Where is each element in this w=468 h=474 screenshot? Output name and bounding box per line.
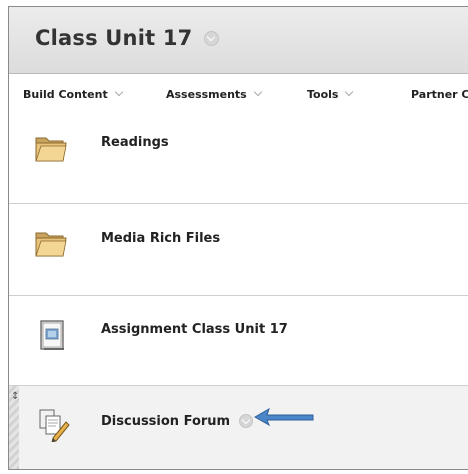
content-item-title[interactable]: Assignment Class Unit 17	[101, 322, 288, 337]
content-item-title[interactable]: Readings	[101, 135, 169, 150]
build-content-label: Build Content	[23, 88, 108, 101]
drag-handle-icon[interactable]: ↕	[11, 392, 19, 402]
partner-content-menu[interactable]: Partner C	[411, 88, 468, 101]
chevron-down-icon	[114, 87, 123, 97]
content-item-title[interactable]: Media Rich Files	[101, 231, 220, 246]
build-content-menu[interactable]: Build Content	[23, 87, 123, 101]
assessments-menu[interactable]: Assessments	[166, 87, 262, 101]
assignment-icon	[39, 320, 73, 352]
content-item-media-rich-files: Media Rich Files	[9, 204, 468, 296]
chevron-down-icon	[253, 87, 262, 97]
content-item-readings: Readings	[9, 107, 468, 204]
tools-menu[interactable]: Tools	[307, 87, 354, 101]
page-title: Class Unit 17	[35, 26, 219, 50]
course-content-frame: Class Unit 17 Build Content Assessments …	[8, 6, 468, 470]
partner-content-label: Partner C	[411, 88, 468, 101]
page-header: Class Unit 17	[9, 7, 468, 74]
folder-icon	[35, 228, 69, 260]
item-options-chevron-icon[interactable]	[238, 413, 253, 428]
title-menu-chevron-icon[interactable]	[203, 30, 219, 46]
chevron-down-icon	[345, 87, 354, 97]
assessments-label: Assessments	[166, 88, 247, 101]
content-item-discussion-forum: ↕ Discussion Forum	[9, 386, 468, 469]
drag-handle-strip[interactable]: ↕	[9, 386, 19, 469]
content-item-assignment: Assignment Class Unit 17	[9, 296, 468, 386]
tools-label: Tools	[307, 88, 339, 101]
content-item-title-wrap: Discussion Forum	[101, 413, 253, 429]
content-item-title[interactable]: Discussion Forum	[101, 414, 230, 429]
pointer-arrow-icon	[253, 407, 314, 427]
folder-icon	[35, 133, 69, 165]
discussion-forum-icon	[37, 408, 71, 443]
page-title-text: Class Unit 17	[35, 26, 193, 50]
